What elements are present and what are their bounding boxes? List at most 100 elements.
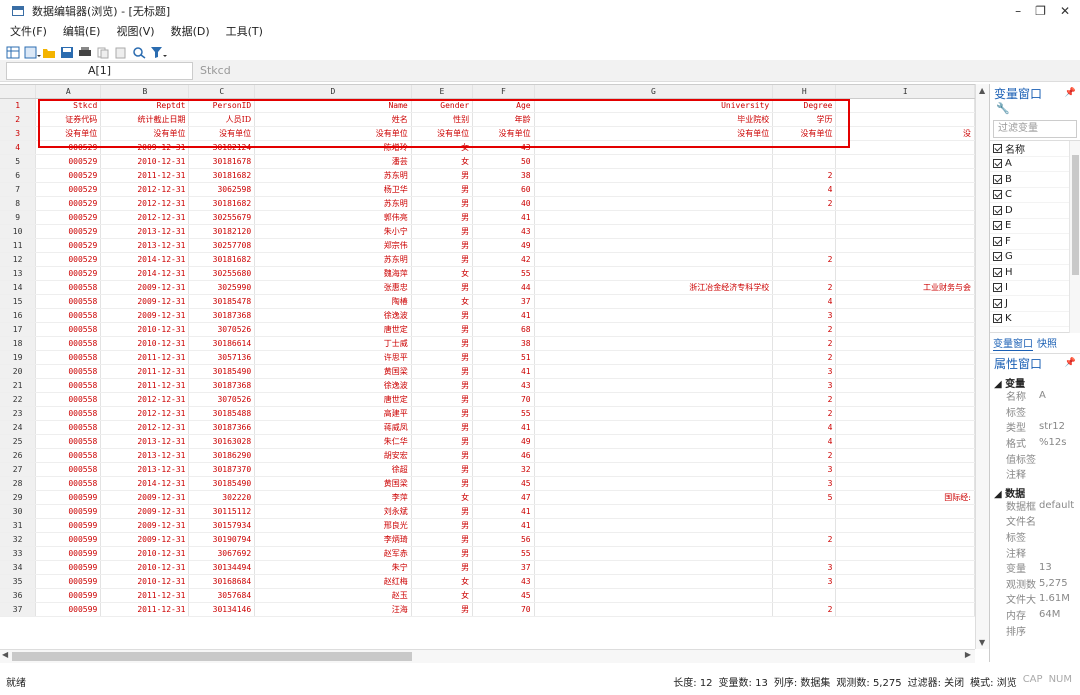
table-cell[interactable]: 毕业院校 (534, 112, 774, 128)
scroll-thumb[interactable] (12, 652, 412, 661)
table-cell[interactable]: 证券代码 (35, 112, 102, 128)
table-cell[interactable]: 女 (411, 574, 474, 590)
table-cell[interactable]: 女 (411, 266, 474, 282)
row-number[interactable]: 14 (0, 280, 37, 296)
cell-reference-box[interactable]: A[1] (6, 62, 193, 80)
table-cell[interactable]: 苏东明 (254, 196, 412, 212)
table-cell[interactable]: 2012-12-31 (100, 196, 190, 212)
table-cell[interactable]: 000529 (35, 140, 102, 156)
table-cell[interactable] (534, 168, 774, 184)
table-cell[interactable] (534, 266, 774, 282)
table-cell[interactable] (772, 518, 837, 534)
table-cell[interactable]: 统计截止日期 (100, 112, 190, 128)
table-cell[interactable] (772, 140, 837, 156)
table-cell[interactable] (534, 196, 774, 212)
table-cell[interactable]: 徐超 (254, 462, 412, 478)
row-number[interactable]: 4 (0, 140, 37, 156)
table-cell[interactable]: 41 (472, 364, 535, 380)
table-cell[interactable]: 4 (772, 294, 837, 310)
table-cell[interactable]: 赵红梅 (254, 574, 412, 590)
table-cell[interactable]: 2 (772, 196, 837, 212)
table-cell[interactable]: 2010-12-31 (100, 336, 190, 352)
variable-item[interactable]: F (990, 234, 1080, 250)
table-cell[interactable] (772, 210, 837, 226)
corner-cell[interactable] (0, 85, 37, 100)
table-cell[interactable]: 2 (772, 336, 837, 352)
menu-tools[interactable]: 工具(T) (216, 23, 269, 39)
table-cell[interactable]: 邢良光 (254, 518, 412, 534)
table-cell[interactable] (534, 210, 774, 226)
row-number[interactable]: 29 (0, 490, 37, 506)
table-cell[interactable]: 30181682 (188, 168, 256, 184)
table-cell[interactable] (534, 518, 774, 534)
table-cell[interactable]: 女 (411, 588, 474, 604)
table-cell[interactable]: 男 (411, 434, 474, 450)
table-cell[interactable] (835, 504, 975, 520)
table-cell[interactable]: 男 (411, 476, 474, 492)
wrench-icon[interactable]: 🔧 (990, 102, 1080, 118)
table-cell[interactable]: 赵玉 (254, 588, 412, 604)
table-cell[interactable]: 男 (411, 420, 474, 436)
table-cell[interactable] (835, 364, 975, 380)
property-row[interactable]: 变量 13 (990, 560, 1080, 576)
table-cell[interactable] (534, 308, 774, 324)
table-cell[interactable]: 刘永斌 (254, 504, 412, 520)
row-number[interactable]: 34 (0, 560, 37, 576)
table-cell[interactable]: 男 (411, 196, 474, 212)
row-number[interactable]: 21 (0, 378, 37, 394)
table-cell[interactable]: 女 (411, 294, 474, 310)
table-cell[interactable]: 30185490 (188, 476, 256, 492)
table-cell[interactable] (835, 266, 975, 282)
filter-icon[interactable] (150, 44, 167, 58)
table-cell[interactable]: 30185478 (188, 294, 256, 310)
table-cell[interactable]: 55 (472, 546, 535, 562)
table-cell[interactable]: 2009-12-31 (100, 294, 190, 310)
search-icon[interactable] (132, 44, 146, 59)
table-cell[interactable]: 45 (472, 588, 535, 604)
table-cell[interactable] (534, 504, 774, 520)
row-number[interactable]: 26 (0, 448, 37, 464)
variable-item[interactable]: C (990, 188, 1080, 203)
table-cell[interactable]: 女 (411, 154, 474, 170)
table-cell[interactable]: 51 (472, 350, 535, 366)
column-header-d[interactable]: D (254, 85, 412, 100)
table-cell[interactable]: 女 (411, 490, 474, 506)
table-cell[interactable]: 42 (472, 252, 535, 268)
table-cell[interactable] (835, 308, 975, 324)
table-cell[interactable]: 30186290 (188, 448, 256, 464)
table-cell[interactable] (534, 140, 774, 156)
table-cell[interactable]: 56 (472, 532, 535, 548)
table-cell[interactable]: 胡安宏 (254, 448, 412, 464)
table-cell[interactable] (835, 518, 975, 534)
table-cell[interactable]: 000529 (35, 252, 102, 268)
table-cell[interactable]: 38 (472, 168, 535, 184)
table-cell[interactable]: Age (472, 98, 535, 114)
table-cell[interactable]: 男 (411, 336, 474, 352)
table-cell[interactable] (534, 448, 774, 464)
table-cell[interactable]: 李炳琦 (254, 532, 412, 548)
row-number[interactable]: 36 (0, 588, 37, 604)
row-number[interactable]: 32 (0, 532, 37, 548)
table-cell[interactable]: 000558 (35, 406, 102, 422)
open-folder-icon[interactable] (42, 44, 56, 58)
table-cell[interactable] (835, 252, 975, 268)
table-cell[interactable] (534, 420, 774, 436)
scroll-left-icon[interactable]: ◀ (2, 650, 8, 659)
scroll-thumb[interactable] (1072, 155, 1079, 275)
table-cell[interactable] (835, 224, 975, 240)
row-number[interactable]: 11 (0, 238, 37, 254)
table-cell[interactable]: 汪海 (254, 602, 412, 618)
column-header-g[interactable]: G (534, 85, 774, 100)
table-cell[interactable]: 2 (772, 252, 837, 268)
table-cell[interactable]: 43 (472, 378, 535, 394)
checkbox-icon[interactable] (993, 221, 1002, 231)
table-cell[interactable]: 浙江冶金经济专科学校 (534, 280, 774, 296)
table-cell[interactable]: 2009-12-31 (100, 518, 190, 534)
table-cell[interactable]: 32 (472, 462, 535, 478)
table-cell[interactable]: Degree (772, 98, 837, 114)
row-number[interactable]: 19 (0, 350, 37, 366)
table-cell[interactable]: 000558 (35, 392, 102, 408)
table-cell[interactable] (534, 336, 774, 352)
table-cell[interactable]: 郑宗伟 (254, 238, 412, 254)
row-number[interactable]: 27 (0, 462, 37, 478)
